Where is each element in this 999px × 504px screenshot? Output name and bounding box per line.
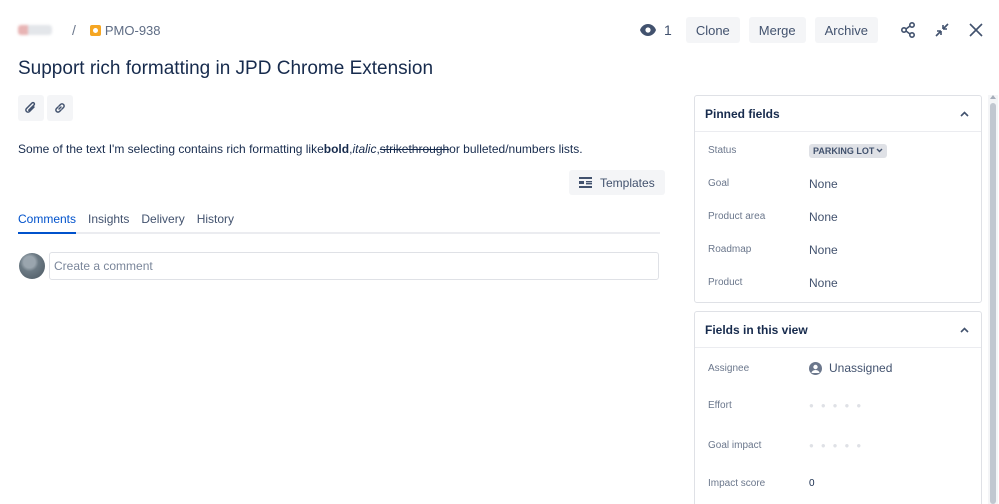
breadcrumb: / PMO-938 (18, 22, 161, 38)
idea-type-icon (89, 24, 101, 36)
field-goal[interactable]: Goal None (695, 167, 981, 200)
description-strikethrough-text: strikethrough (379, 142, 450, 156)
impact-score-value: 0 (809, 477, 815, 489)
field-value: None (809, 242, 838, 257)
chevron-up-icon[interactable] (960, 110, 969, 117)
field-value: None (809, 275, 838, 290)
field-assignee[interactable]: Assignee Unassigned (695, 350, 981, 386)
issue-title[interactable]: Support rich formatting in JPD Chrome Ex… (18, 58, 433, 80)
description-italic-text: italic (352, 142, 377, 156)
issue-key-link[interactable]: PMO-938 (105, 23, 161, 38)
description-text-prefix: Some of the text I'm selecting contains … (18, 142, 324, 156)
attachment-actions (18, 95, 76, 121)
user-avatar[interactable] (19, 253, 45, 279)
field-effort[interactable]: Effort ●●●●● (695, 386, 981, 424)
pinned-fields-header[interactable]: Pinned fields (695, 96, 981, 132)
breadcrumb-separator: / (72, 22, 76, 38)
status-value: PARKING LOT (813, 145, 875, 156)
assignee-value: Unassigned (809, 361, 892, 375)
tab-comments[interactable]: Comments (18, 212, 77, 234)
field-label: Assignee (708, 362, 750, 374)
field-label: Effort (708, 399, 732, 411)
field-impact-score[interactable]: Impact score 0 (695, 466, 981, 500)
merge-button[interactable]: Merge (748, 17, 806, 43)
close-button[interactable] (963, 17, 989, 43)
view-fields-header[interactable]: Fields in this view (695, 312, 981, 348)
field-label: Goal impact (708, 439, 762, 451)
templates-button[interactable]: Templates (569, 170, 665, 195)
field-value: None (809, 176, 838, 191)
issue-toolbar: 1 Clone Merge Archive (640, 17, 989, 43)
pinned-fields-panel: Pinned fields Status PARKING LOT Goal No… (694, 95, 982, 303)
attach-button[interactable] (18, 95, 44, 121)
comment-input[interactable]: Create a comment (49, 252, 659, 280)
field-roadmap[interactable]: Roadmap None (695, 233, 981, 266)
chevron-up-icon[interactable] (960, 326, 969, 333)
templates-icon (579, 177, 592, 188)
panel-scrollbar[interactable] (988, 95, 998, 504)
field-product-area[interactable]: Product area None (695, 200, 981, 233)
close-icon (969, 23, 983, 37)
goal-impact-rating[interactable]: ●●●●● (809, 441, 868, 450)
project-link[interactable] (18, 25, 52, 35)
comment-composer: Create a comment (19, 252, 659, 280)
minimize-icon (935, 23, 949, 37)
issue-description[interactable]: Some of the text I'm selecting contains … (18, 142, 583, 156)
field-label: Impact score (708, 477, 766, 489)
field-label: Status (708, 145, 737, 156)
description-text-suffix: or bulleted/numbers lists. (449, 142, 583, 156)
pinned-fields-title: Pinned fields (705, 106, 780, 121)
watch-count: 1 (664, 22, 672, 38)
effort-rating[interactable]: ●●●●● (809, 401, 868, 410)
tab-insights[interactable]: Insights (88, 212, 129, 232)
description-bold-text: bold (323, 142, 350, 156)
field-product[interactable]: Product None (695, 266, 981, 299)
status-lozenge[interactable]: PARKING LOT (809, 143, 888, 158)
scrollbar-thumb[interactable] (990, 103, 996, 504)
user-icon (809, 361, 822, 375)
link-button[interactable] (47, 95, 73, 121)
tab-delivery[interactable]: Delivery (141, 212, 184, 232)
view-fields-panel: Fields in this view Assignee Unassigned … (694, 311, 982, 504)
view-fields-title: Fields in this view (705, 322, 808, 337)
clone-button[interactable]: Clone (685, 17, 740, 43)
archive-button[interactable]: Archive (814, 17, 878, 43)
share-icon (900, 22, 915, 38)
minimize-button[interactable] (929, 17, 955, 43)
assignee-name: Unassigned (829, 361, 893, 375)
field-goal-impact[interactable]: Goal impact ●●●●● (695, 424, 981, 466)
paperclip-icon (25, 101, 36, 113)
link-icon (55, 103, 65, 113)
templates-label: Templates (600, 175, 655, 190)
watch-button[interactable]: 1 (640, 22, 672, 38)
tab-history[interactable]: History (197, 212, 234, 232)
eye-icon (640, 24, 657, 36)
activity-tabs: Comments Insights Delivery History (18, 212, 660, 234)
field-label: Roadmap (708, 244, 752, 255)
field-value: None (809, 209, 838, 224)
field-label: Goal (708, 178, 730, 189)
field-label: Product (708, 277, 743, 288)
field-status[interactable]: Status PARKING LOT (695, 134, 981, 167)
scroll-up-arrow-icon[interactable] (990, 95, 996, 99)
field-label: Product area (708, 211, 766, 222)
share-button[interactable] (895, 17, 921, 43)
chevron-down-icon (876, 148, 883, 153)
